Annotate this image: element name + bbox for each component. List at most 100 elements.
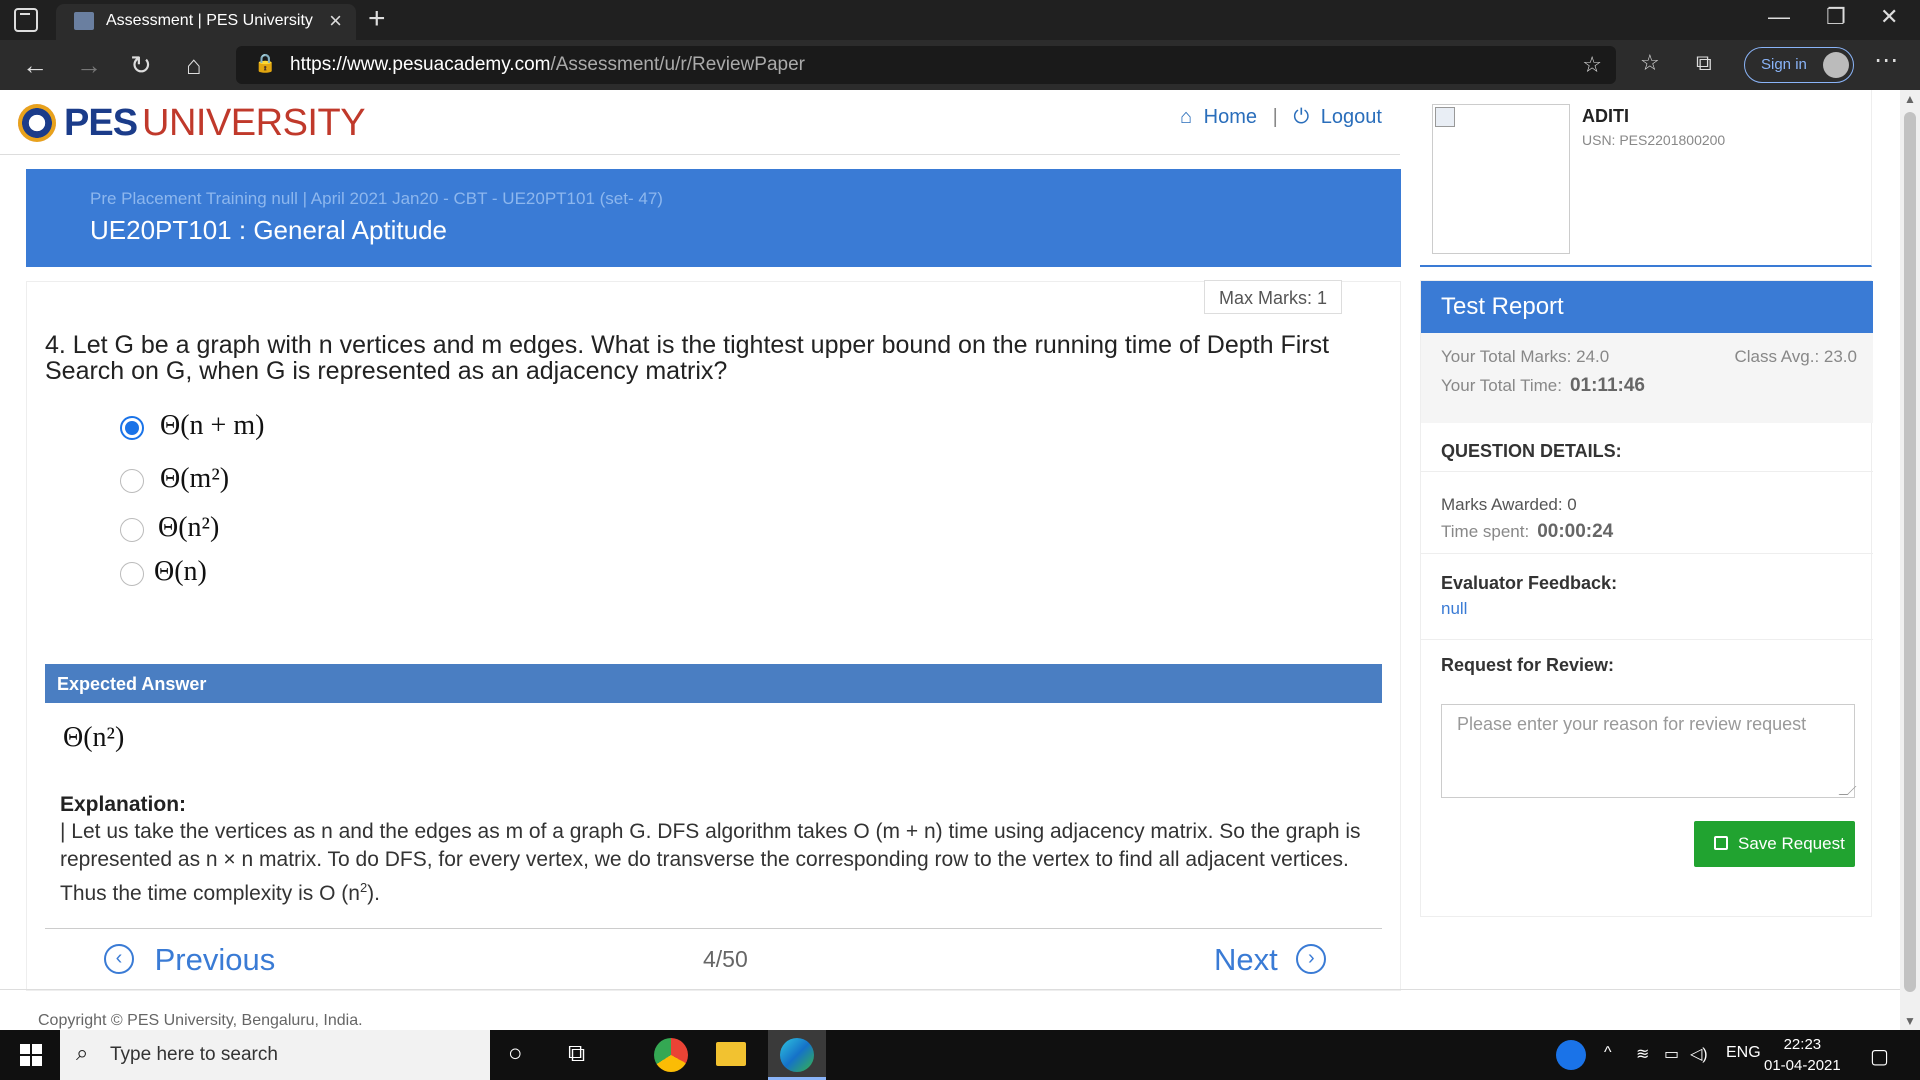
forward-icon[interactable]: →: [76, 50, 102, 81]
total-marks: Your Total Marks: 24.0: [1441, 347, 1610, 366]
explanation-text: | Let us take the vertices as n and the …: [60, 820, 1361, 905]
favicon-icon: [74, 12, 94, 30]
refresh-icon[interactable]: ↻: [130, 50, 152, 81]
details-divider: [1421, 471, 1873, 472]
save-request-label: Save Request: [1738, 834, 1845, 853]
max-marks-badge: Max Marks: 1: [1204, 280, 1342, 314]
clock-time: 22:23: [1783, 1036, 1822, 1053]
sign-in-label: Sign in: [1761, 56, 1807, 73]
tray-chevron-icon[interactable]: ^: [1604, 1044, 1612, 1062]
task-view-icon[interactable]: ⧉: [568, 1040, 585, 1068]
report-stats: Your Total Marks: 24.0 Class Avg.: 23.0 …: [1421, 333, 1873, 423]
save-request-button[interactable]: Save Request: [1694, 821, 1855, 867]
logo-text: UNIVERSITY: [142, 102, 366, 144]
scroll-up-icon[interactable]: ▲: [1904, 92, 1916, 106]
edge-taskbar-item[interactable]: [768, 1030, 826, 1080]
url-field[interactable]: 🔒 https://www.pesuacademy.com/Assessment…: [236, 46, 1616, 84]
previous-button[interactable]: ‹ Previous: [104, 942, 275, 978]
next-button[interactable]: Next ›: [1214, 942, 1327, 978]
scrollbar-thumb[interactable]: [1904, 112, 1916, 992]
review-label: Request for Review:: [1441, 655, 1615, 675]
restore-icon[interactable]: ❐: [1826, 4, 1846, 30]
header-divider: [0, 154, 1400, 155]
question-text: 4. Let G be a graph with n vertices and …: [45, 331, 1330, 385]
cortana-icon[interactable]: ○: [508, 1040, 523, 1068]
tab-actions-icon[interactable]: [14, 8, 38, 32]
option-3-label: Θ(n²): [158, 512, 220, 543]
expected-answer-header: Expected Answer: [45, 664, 1382, 703]
windows-start-icon[interactable]: [20, 1044, 42, 1066]
report-title: Test Report: [1421, 281, 1873, 333]
review-reason-input[interactable]: Please enter your reason for review requ…: [1441, 704, 1855, 798]
option-4-radio[interactable]: [120, 562, 144, 586]
more-menu-icon[interactable]: ⋯: [1874, 46, 1898, 75]
chevron-right-icon: ›: [1296, 943, 1327, 974]
tab-close-icon[interactable]: ×: [329, 8, 342, 34]
browser-tab[interactable]: Assessment | PES University ×: [56, 4, 356, 40]
evaluator-feedback-label: Evaluator Feedback:: [1441, 573, 1618, 593]
course-title: UE20PT101 : General Aptitude: [90, 215, 448, 245]
footer-divider: [0, 989, 1900, 990]
back-icon[interactable]: ←: [22, 50, 48, 81]
option-2-radio[interactable]: [120, 469, 144, 493]
url-text: https://www.pesuacademy.com/Assessment/u…: [290, 54, 805, 75]
profile-card: ADITI USN: PES2201800200: [1420, 90, 1872, 267]
sign-in-button[interactable]: Sign in: [1744, 47, 1854, 83]
wifi-icon[interactable]: ≋: [1636, 1044, 1649, 1064]
logo-bold-text: PES: [64, 102, 138, 144]
top-nav: ⌂ Home | ⏻ Logout: [1180, 106, 1382, 129]
nav-separator: |: [1272, 106, 1278, 129]
minimize-icon[interactable]: —: [1768, 4, 1790, 30]
home-browser-icon[interactable]: ⌂: [186, 50, 202, 81]
scroll-down-icon[interactable]: ▼: [1904, 1014, 1916, 1028]
logout-link[interactable]: Logout: [1321, 106, 1382, 129]
profile-avatar-icon: [1823, 52, 1849, 78]
battery-icon[interactable]: ▭: [1664, 1044, 1679, 1064]
file-explorer-icon[interactable]: [716, 1042, 746, 1066]
expected-answer: Θ(n²): [63, 722, 125, 753]
clock-date: 01-04-2021: [1764, 1057, 1841, 1074]
student-name: ADITI: [1582, 106, 1629, 126]
total-time: Your Total Time: 01:11:46: [1441, 375, 1645, 396]
evaluator-feedback: null: [1441, 599, 1468, 618]
help-icon[interactable]: [1556, 1040, 1586, 1070]
time-divider: [1421, 553, 1873, 554]
taskbar-search[interactable]: ⌕ Type here to search: [60, 1030, 490, 1080]
system-clock[interactable]: 22:23 01-04-2021: [1764, 1034, 1841, 1076]
chrome-icon[interactable]: [654, 1038, 688, 1072]
home-icon: ⌂: [1180, 106, 1193, 129]
page-content: PES UNIVERSITY ⌂ Home | ⏻ Logout Pre Pla…: [0, 90, 1900, 1030]
power-icon: ⏻: [1293, 106, 1310, 129]
class-average: Class Avg.: 23.0: [1734, 347, 1857, 366]
copyright: Copyright © PES University, Bengaluru, I…: [38, 1012, 363, 1029]
collections-icon[interactable]: ⧉: [1696, 50, 1712, 76]
new-tab-icon[interactable]: +: [368, 2, 386, 36]
volume-icon[interactable]: ◁): [1690, 1044, 1708, 1064]
next-label: Next: [1214, 942, 1278, 977]
option-3-radio[interactable]: [120, 518, 144, 542]
marks-awarded: Marks Awarded: 0: [1441, 495, 1577, 514]
question-details-label: QUESTION DETAILS:: [1441, 441, 1622, 461]
feedback-divider: [1421, 639, 1873, 640]
edge-icon: [780, 1038, 814, 1072]
language-indicator[interactable]: ENG: [1726, 1044, 1761, 1062]
favorites-icon[interactable]: ☆: [1640, 50, 1660, 76]
address-toolbar: ← → ↻ ⌂ 🔒 https://www.pesuacademy.com/As…: [0, 40, 1920, 90]
windows-taskbar: ⌕ Type here to search ○ ⧉ ^ ≋ ▭ ◁) ENG 2…: [0, 1030, 1920, 1080]
window-close-icon[interactable]: ✕: [1880, 4, 1898, 30]
page-scrollbar[interactable]: ▲ ▼: [1900, 90, 1920, 1030]
home-link[interactable]: Home: [1204, 106, 1257, 129]
notifications-icon[interactable]: ▢: [1870, 1044, 1889, 1069]
add-favorite-icon[interactable]: ☆: [1582, 52, 1602, 78]
breadcrumb: Pre Placement Training null | April 2021…: [90, 189, 663, 208]
page-counter: 4/50: [703, 946, 748, 972]
course-banner: Pre Placement Training null | April 2021…: [26, 169, 1401, 267]
option-1-label: Θ(n + m): [160, 410, 265, 441]
option-2-label: Θ(m²): [160, 463, 230, 494]
profile-photo: [1432, 104, 1570, 254]
previous-label: Previous: [154, 942, 276, 977]
option-1-radio[interactable]: [120, 416, 144, 440]
option-4-label: Θ(n): [154, 556, 207, 587]
explanation-title: Explanation:: [60, 793, 187, 816]
tab-title: Assessment | PES University: [106, 12, 313, 29]
